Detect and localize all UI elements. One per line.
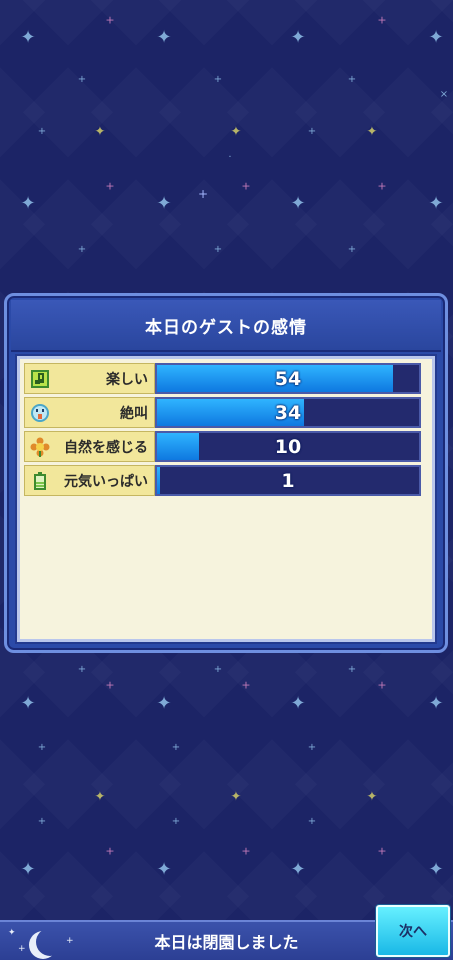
guest-emotions-panel: 本日のゲストの感情 楽しい 54 絶叫 34 自然を感じる 10 元気いっぱい … (4, 293, 448, 653)
star-icon: ✦ (20, 859, 36, 880)
emotion-value: 1 (281, 469, 295, 492)
star-icon: × (439, 89, 449, 100)
emotion-name: 楽しい (106, 371, 148, 388)
emotion-label-box: 楽しい (24, 363, 155, 394)
star-icon: + (197, 187, 209, 201)
star-icon: + (18, 944, 26, 954)
star-icon: + (37, 126, 47, 137)
star-icon: ✦ (290, 193, 306, 214)
emotion-value: 34 (274, 401, 302, 424)
star-icon: ✦ (428, 27, 444, 48)
emotion-name: 元気いっぱい (64, 473, 148, 490)
star-icon: ✦ (20, 27, 36, 48)
moon-icon (36, 928, 64, 956)
emotion-bar: 1 (155, 465, 421, 496)
star-icon: ✦ (94, 124, 106, 140)
star-icon: ✦ (290, 693, 306, 714)
star-icon: ✦ (156, 27, 172, 48)
emotion-name: 自然を感じる (64, 439, 148, 456)
emotion-bar: 54 (155, 363, 421, 394)
star-icon: ✦ (20, 693, 36, 714)
emotion-label-box: 元気いっぱい (24, 465, 155, 496)
star-icon: ✦ (428, 859, 444, 880)
star-icon: + (213, 664, 223, 675)
screaming-face-icon (29, 402, 51, 424)
emotion-row-scream: 絶叫 34 (24, 397, 428, 428)
emotion-value: 10 (274, 435, 302, 458)
star-icon: + (241, 179, 251, 193)
star-icon: ✦ (230, 124, 242, 140)
star-icon: ✦ (156, 193, 172, 214)
star-icon: + (77, 244, 87, 255)
next-button[interactable]: 次へ (376, 905, 450, 957)
emotion-row-energetic: 元気いっぱい 1 (24, 465, 428, 496)
star-icon: + (377, 678, 387, 692)
star-icon: + (347, 664, 357, 675)
battery-icon (29, 470, 51, 492)
star-icon: + (105, 844, 115, 858)
star-icon: + (241, 844, 251, 858)
star-icon: · (228, 152, 232, 163)
star-icon: ✦ (366, 124, 378, 140)
star-icon: ✦ (230, 789, 242, 805)
panel-title: 本日のゲストの感情 (145, 317, 307, 338)
flower-icon (29, 436, 51, 458)
star-icon: + (37, 816, 47, 827)
star-icon: + (37, 742, 47, 753)
star-icon: + (66, 936, 74, 946)
star-icon: ✦ (20, 193, 36, 214)
star-icon: ✦ (428, 693, 444, 714)
star-icon: ✦ (94, 789, 106, 805)
star-icon: ✦ (290, 859, 306, 880)
star-icon: + (105, 179, 115, 193)
emotions-list: 楽しい 54 絶叫 34 自然を感じる 10 元気いっぱい 1 (17, 356, 435, 642)
star-icon: + (377, 844, 387, 858)
star-icon: ✦ (366, 789, 378, 805)
star-icon: ✦ (156, 859, 172, 880)
star-icon: + (307, 742, 317, 753)
star-icon: + (377, 13, 387, 27)
star-icon: + (307, 816, 317, 827)
star-icon: + (105, 678, 115, 692)
star-icon: + (171, 742, 181, 753)
closed-status-text: 本日は閉園しました (154, 933, 299, 952)
star-icon: + (307, 126, 317, 137)
star-icon: + (377, 179, 387, 193)
emotion-bar: 34 (155, 397, 421, 428)
star-icon: + (77, 664, 87, 675)
star-icon: + (105, 13, 115, 27)
star-icon: + (213, 74, 223, 85)
emotion-label-box: 自然を感じる (24, 431, 155, 462)
emotion-row-nature: 自然を感じる 10 (24, 431, 428, 462)
star-icon: ✦ (290, 27, 306, 48)
star-icon: + (77, 74, 87, 85)
emotion-name: 絶叫 (120, 405, 148, 422)
star-icon: ✦ (8, 928, 16, 938)
star-icon: + (347, 74, 357, 85)
star-icon: + (213, 244, 223, 255)
star-icon: + (347, 244, 357, 255)
music-note-icon (29, 368, 51, 390)
star-icon: + (241, 678, 251, 692)
emotion-row-fun: 楽しい 54 (24, 363, 428, 394)
star-icon: + (171, 816, 181, 827)
star-icon: ✦ (156, 693, 172, 714)
emotion-label-box: 絶叫 (24, 397, 155, 428)
emotion-bar: 10 (155, 431, 421, 462)
panel-header: 本日のゲストの感情 (11, 300, 441, 352)
star-icon: ✦ (428, 193, 444, 214)
emotion-value: 54 (274, 367, 302, 390)
